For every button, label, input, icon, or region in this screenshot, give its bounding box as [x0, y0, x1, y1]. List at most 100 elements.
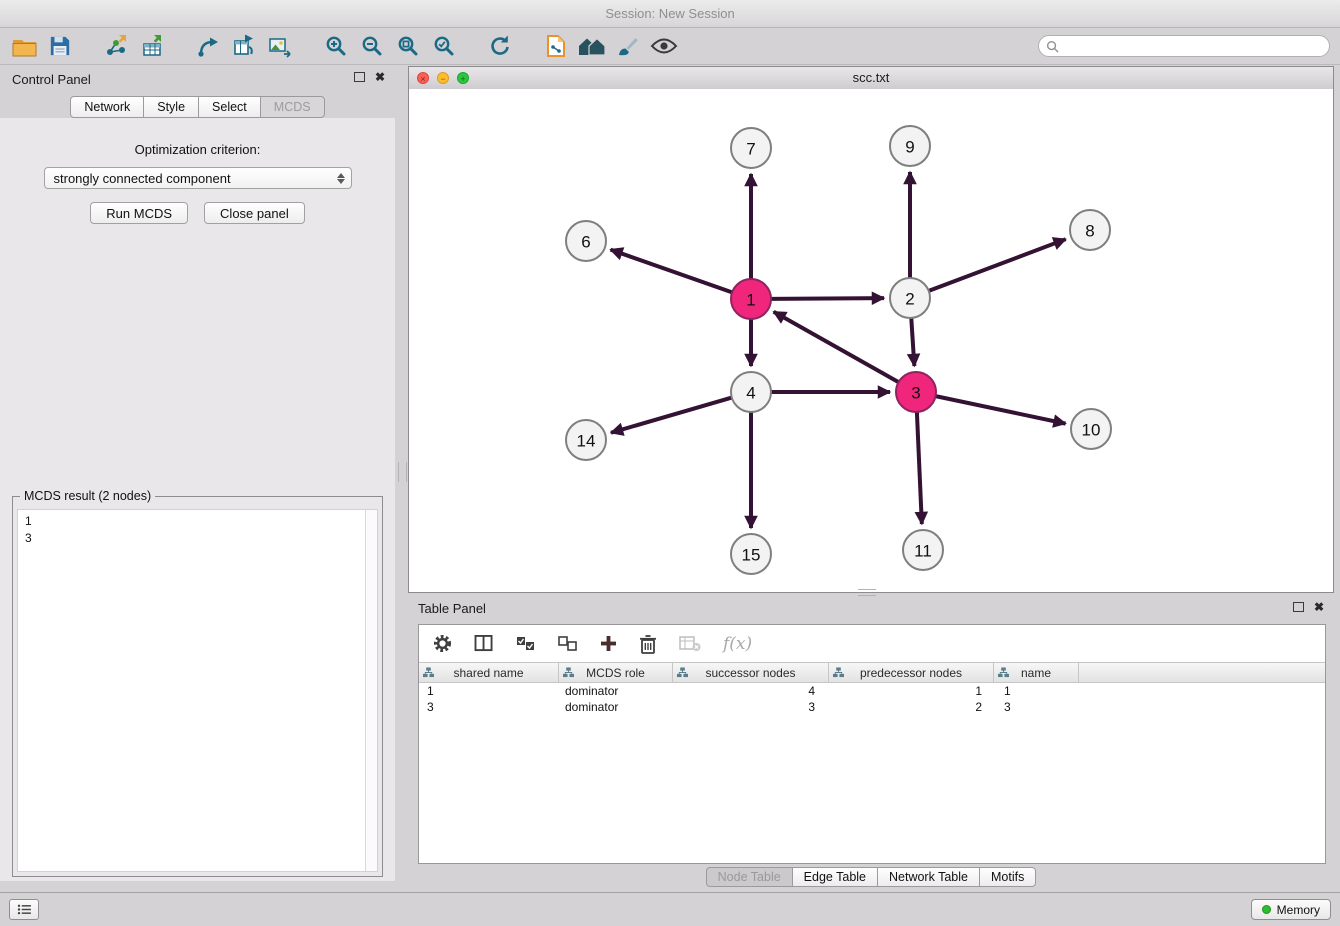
mcds-result-textarea[interactable]: 1 3: [17, 509, 378, 872]
cell-mcds-role: dominator: [559, 699, 673, 715]
node-table: f(x) shared name MCDS role successor nod…: [418, 624, 1326, 864]
graph-edge-1-2[interactable]: [771, 298, 884, 299]
vertical-splitter-handle[interactable]: [398, 462, 407, 482]
horizontal-splitter-handle[interactable]: [858, 589, 876, 596]
float-panel-icon[interactable]: [354, 72, 365, 82]
open-session-button[interactable]: [6, 31, 42, 61]
zoom-in-button[interactable]: [318, 31, 354, 61]
zoom-fit-icon: [397, 35, 419, 57]
cell-name: 3: [994, 699, 1079, 715]
refresh-network-button[interactable]: [482, 31, 518, 61]
mcds-panel: Optimization criterion: strongly connect…: [0, 118, 395, 881]
control-panel-tabs: Network Style Select MCDS: [0, 96, 395, 118]
new-network-button[interactable]: [190, 31, 226, 61]
graph-node-label-2: 2: [905, 290, 914, 309]
network-canvas[interactable]: 7968124314101511: [409, 89, 1333, 592]
tab-network-table[interactable]: Network Table: [877, 867, 980, 887]
graph-edge-3-11[interactable]: [917, 412, 922, 524]
tab-select[interactable]: Select: [198, 96, 261, 118]
control-panel: Control Panel ✖ Network Style Select MCD…: [0, 66, 395, 888]
columns-icon: [474, 635, 494, 652]
optimization-criterion-select[interactable]: strongly connected component: [44, 167, 352, 189]
show-panels-button[interactable]: [9, 899, 39, 920]
graph-edge-2-8[interactable]: [929, 239, 1066, 291]
search-icon: [1046, 40, 1059, 53]
graph-edge-1-6[interactable]: [611, 250, 733, 293]
copy-style-button[interactable]: [538, 31, 574, 61]
list-icon: [17, 904, 32, 915]
save-session-icon: [49, 35, 71, 57]
apply-style-icon: [616, 34, 640, 58]
run-mcds-button[interactable]: Run MCDS: [90, 202, 188, 224]
function-builder-button: f(x): [723, 634, 752, 654]
save-session-button[interactable]: [42, 31, 78, 61]
table-row[interactable]: 1 dominator 4 1 1: [419, 683, 1325, 699]
column-header-mcds-role[interactable]: MCDS role: [559, 663, 673, 682]
show-graphics-details-button[interactable]: [646, 31, 682, 61]
close-table-panel-icon[interactable]: ✖: [1314, 602, 1324, 612]
window-titlebar[interactable]: Session: New Session: [0, 0, 1340, 28]
zoom-fit-button[interactable]: [390, 31, 426, 61]
import-network-icon: [104, 34, 128, 58]
graph-node-label-7: 7: [746, 140, 755, 159]
column-header-successor-nodes[interactable]: successor nodes: [673, 663, 829, 682]
column-header-predecessor-nodes[interactable]: predecessor nodes: [829, 663, 994, 682]
result-scrollbar[interactable]: [365, 510, 377, 871]
column-header-shared-name[interactable]: shared name: [419, 663, 559, 682]
network-graph[interactable]: 7968124314101511: [409, 89, 1333, 592]
graph-edge-2-3[interactable]: [911, 318, 914, 366]
home-icon: [577, 35, 607, 57]
show-columns-button[interactable]: [474, 635, 494, 652]
graph-node-label-4: 4: [746, 384, 755, 403]
select-all-columns-button[interactable]: [516, 636, 536, 652]
zoom-out-button[interactable]: [354, 31, 390, 61]
import-network-button[interactable]: [98, 31, 134, 61]
cell-successor-nodes: 4: [673, 683, 829, 699]
delete-table-icon: [679, 636, 701, 652]
clone-network-button[interactable]: [226, 31, 262, 61]
close-panel-icon[interactable]: ✖: [375, 72, 385, 82]
cell-shared-name: 3: [419, 699, 559, 715]
refresh-network-icon: [488, 34, 512, 58]
tab-node-table[interactable]: Node Table: [706, 867, 793, 887]
graph-node-label-14: 14: [577, 432, 596, 451]
export-image-button[interactable]: [262, 31, 298, 61]
import-table-button[interactable]: [134, 31, 170, 61]
close-panel-button[interactable]: Close panel: [204, 202, 305, 224]
open-session-icon: [11, 35, 38, 58]
column-header-label: name: [1021, 666, 1051, 680]
tab-style[interactable]: Style: [143, 96, 199, 118]
delete-table-button: [679, 636, 701, 652]
column-header-label: predecessor nodes: [860, 666, 962, 680]
tab-motifs[interactable]: Motifs: [979, 867, 1036, 887]
tab-edge-table[interactable]: Edge Table: [792, 867, 878, 887]
zoom-selected-button[interactable]: [426, 31, 462, 61]
deselect-all-columns-button[interactable]: [558, 636, 578, 652]
search-input[interactable]: [1038, 35, 1330, 57]
column-header-name[interactable]: name: [994, 663, 1079, 682]
float-table-panel-icon[interactable]: [1293, 602, 1304, 612]
table-settings-button[interactable]: [433, 634, 452, 653]
column-header-label: successor nodes: [705, 666, 795, 680]
dropdown-arrows-icon: [337, 173, 345, 184]
table-row[interactable]: 3 dominator 3 2 3: [419, 699, 1325, 715]
table-column-headers: shared name MCDS role successor nodes pr…: [419, 662, 1325, 683]
graph-node-label-8: 8: [1085, 222, 1094, 241]
graph-node-label-3: 3: [911, 384, 920, 403]
graph-edge-3-1[interactable]: [774, 312, 899, 382]
export-image-icon: [268, 34, 292, 58]
create-column-button[interactable]: [600, 635, 617, 652]
graph-edge-3-10[interactable]: [936, 396, 1066, 423]
graph-node-label-10: 10: [1082, 421, 1101, 440]
apply-style-button[interactable]: [610, 31, 646, 61]
network-window-titlebar[interactable]: × − + scc.txt: [409, 67, 1333, 90]
clone-network-icon: [232, 34, 256, 58]
delete-column-button[interactable]: [639, 634, 657, 654]
tab-mcds[interactable]: MCDS: [260, 96, 325, 118]
memory-button[interactable]: Memory: [1251, 899, 1331, 920]
graph-edge-4-14[interactable]: [611, 398, 732, 433]
tab-network[interactable]: Network: [70, 96, 144, 118]
result-line: 1: [25, 513, 377, 530]
home-button[interactable]: [574, 31, 610, 61]
zoom-out-icon: [361, 35, 383, 57]
